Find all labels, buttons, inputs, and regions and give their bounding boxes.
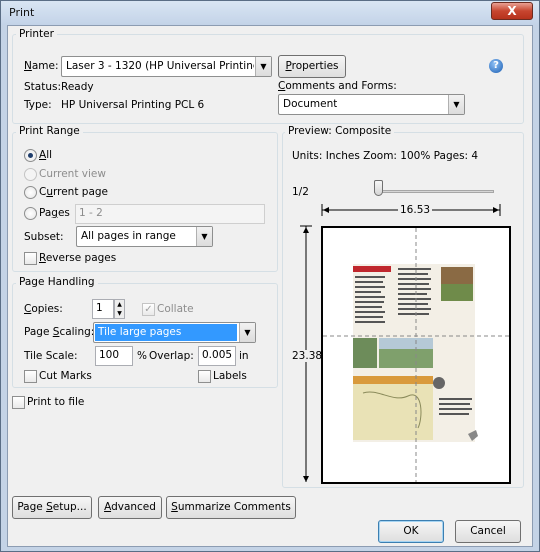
copies-input[interactable]: 1 xyxy=(92,299,114,319)
comments-forms-label: Comments and Forms: xyxy=(278,80,397,92)
cut-marks-label[interactable]: Cut Marks xyxy=(39,370,92,382)
cut-marks-checkbox[interactable] xyxy=(24,370,37,383)
print-to-file-label[interactable]: Print to file xyxy=(27,396,84,408)
tile-scale-percent: % xyxy=(137,350,147,362)
print-dialog: Print X Printer Name: Laser 3 - 1320 (HP… xyxy=(0,0,540,552)
printer-group-title: Printer xyxy=(16,28,57,40)
page-scaling-select[interactable]: Tile large pages ▼ xyxy=(93,322,256,343)
pages-input[interactable]: 1 - 2 xyxy=(75,204,265,224)
page-scaling-value: Tile large pages xyxy=(95,324,237,341)
preview-content xyxy=(323,228,509,482)
page-scaling-label: Page Scaling: xyxy=(24,326,95,338)
range-current-page-radio[interactable] xyxy=(24,186,37,199)
copies-stepper[interactable]: ▲ ▼ xyxy=(114,299,125,319)
overlap-unit: in xyxy=(239,350,249,362)
tile-scale-input[interactable]: 100 xyxy=(95,346,133,366)
dialog-body: Printer Name: Laser 3 - 1320 (HP Univers… xyxy=(7,25,533,547)
preview-page xyxy=(321,226,511,484)
preview-info: Units: Inches Zoom: 100% Pages: 4 xyxy=(292,150,479,162)
title-bar: Print X xyxy=(1,1,539,25)
reverse-pages-label[interactable]: Reverse pages xyxy=(39,252,116,264)
chevron-down-icon: ▼ xyxy=(255,57,271,76)
copies-label: Copies: xyxy=(24,303,63,315)
chevron-down-icon: ▼ xyxy=(196,227,212,246)
overlap-label: Overlap: xyxy=(149,350,194,362)
comments-forms-select[interactable]: Document ▼ xyxy=(278,94,465,115)
status-value: Ready xyxy=(61,81,94,93)
chevron-down-icon: ▼ xyxy=(239,323,255,342)
printer-name-label: Name: xyxy=(24,60,59,72)
collate-checkbox[interactable]: ✓ xyxy=(142,303,155,316)
range-current-view-radio[interactable] xyxy=(24,168,37,181)
advanced-button[interactable]: Advanced xyxy=(98,496,162,519)
type-label: Type: xyxy=(24,99,52,111)
cancel-button[interactable]: Cancel xyxy=(455,520,521,543)
status-label: Status: xyxy=(24,81,61,93)
print-to-file-checkbox[interactable] xyxy=(12,396,25,409)
range-all-label[interactable]: All xyxy=(39,149,52,161)
range-current-view-label[interactable]: Current view xyxy=(39,168,106,180)
properties-button[interactable]: Properties xyxy=(278,55,346,78)
type-value: HP Universal Printing PCL 6 xyxy=(61,99,205,111)
range-current-page-label[interactable]: Current page xyxy=(39,186,108,198)
print-range-title: Print Range xyxy=(16,125,83,137)
summarize-comments-button[interactable]: Summarize Comments xyxy=(166,496,296,519)
tile-scale-label: Tile Scale: xyxy=(24,350,78,362)
preview-width-label: 16.53 xyxy=(398,204,433,216)
reverse-pages-checkbox[interactable] xyxy=(24,252,37,265)
chevron-down-icon: ▼ xyxy=(448,95,464,114)
page-setup-button[interactable]: Page Setup... xyxy=(12,496,92,519)
range-pages-label[interactable]: Pages xyxy=(39,207,70,219)
help-icon[interactable]: ? xyxy=(489,59,503,73)
preview-slider-thumb[interactable] xyxy=(374,180,383,196)
preview-height-label: 23.38 xyxy=(292,350,323,362)
window-title: Print xyxy=(9,6,35,19)
labels-checkbox[interactable] xyxy=(198,370,211,383)
range-all-radio[interactable] xyxy=(24,149,37,162)
close-button[interactable]: X xyxy=(491,2,533,20)
range-pages-radio[interactable] xyxy=(24,207,37,220)
collate-label[interactable]: Collate xyxy=(157,303,194,315)
page-handling-title: Page Handling xyxy=(16,276,98,288)
overlap-input[interactable]: 0.005 xyxy=(198,346,236,366)
subset-label: Subset: xyxy=(24,231,64,243)
preview-slider-track[interactable] xyxy=(374,190,494,193)
subset-select[interactable]: All pages in range ▼ xyxy=(76,226,213,247)
labels-label[interactable]: Labels xyxy=(213,370,247,382)
printer-name-select[interactable]: Laser 3 - 1320 (HP Universal Printing PC… xyxy=(61,56,272,77)
ok-button[interactable]: OK xyxy=(378,520,444,543)
preview-title: Preview: Composite xyxy=(285,125,395,137)
